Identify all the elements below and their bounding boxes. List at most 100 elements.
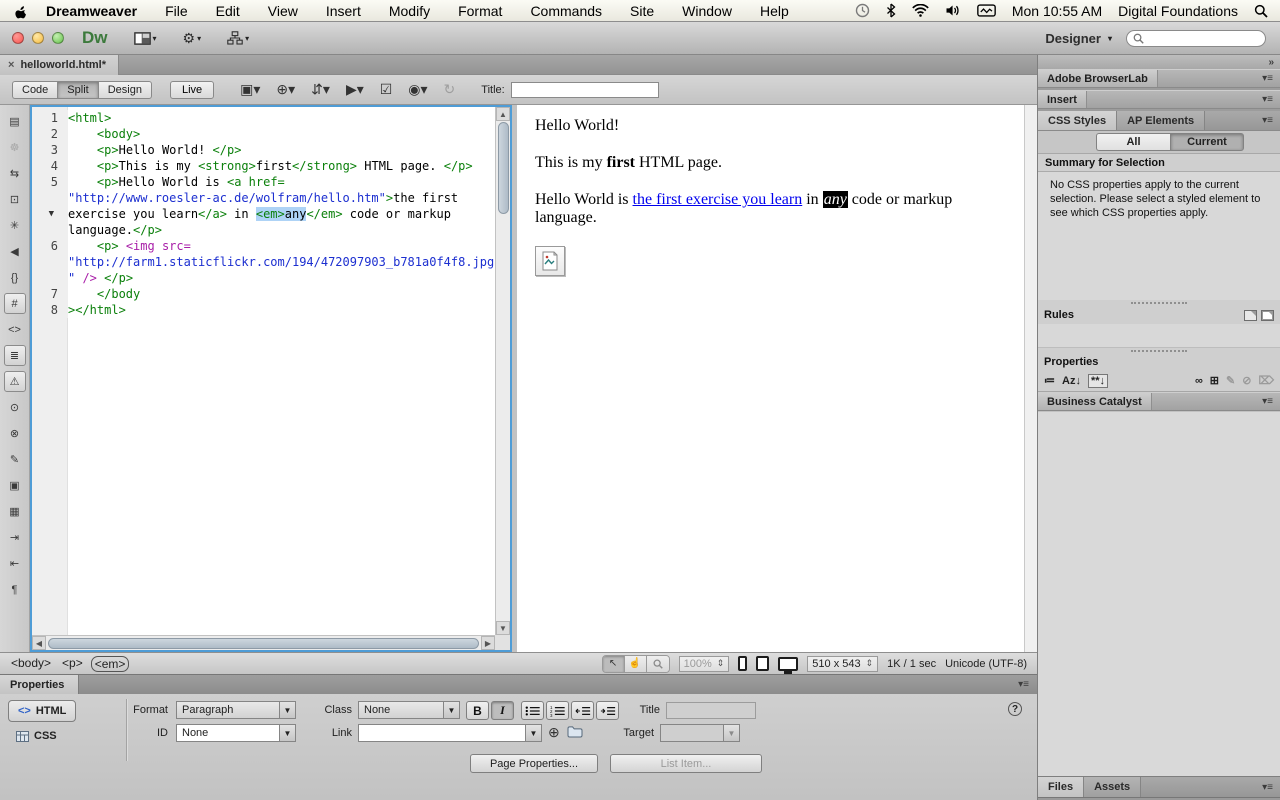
new-css-rule-icon[interactable]: ⊞	[1210, 374, 1219, 387]
menu-commands[interactable]: Commands	[530, 3, 602, 19]
desktop-size-icon[interactable]	[778, 657, 798, 671]
extend-dreamweaver-icon[interactable]: ⚙▾	[183, 30, 202, 47]
panel-menu-icon[interactable]: ▾≡	[1262, 396, 1280, 407]
menu-window[interactable]: Window	[682, 3, 732, 19]
page-properties-button[interactable]: Page Properties...	[470, 754, 598, 773]
tab-files[interactable]: Files	[1038, 777, 1084, 797]
scrollbar-thumb[interactable]	[498, 122, 509, 214]
file-management-icon[interactable]: ⇵▾	[311, 81, 330, 98]
line-numbers-icon[interactable]: #	[4, 293, 26, 314]
highlight-invalid-code-icon[interactable]: <>	[4, 319, 26, 340]
code-editor-content[interactable]: 1<html>2 <body>3 <p>Hello World! </p>4 <…	[32, 107, 495, 635]
menu-help[interactable]: Help	[760, 3, 789, 19]
apply-comment-icon[interactable]: ⊙	[4, 397, 26, 418]
multiscreen-preview-icon[interactable]: ▣▾	[240, 81, 260, 98]
recent-snippets-icon[interactable]: ▣	[4, 475, 26, 496]
apple-menu[interactable]	[14, 3, 28, 19]
volume-icon[interactable]	[945, 4, 961, 17]
collapse-panels-icon[interactable]: »	[1268, 57, 1274, 68]
expand-all-icon[interactable]: ✳	[4, 215, 26, 236]
bluetooth-icon[interactable]	[886, 3, 896, 18]
code-horizontal-scrollbar[interactable]: ◀ ▶	[32, 635, 495, 650]
menu-insert[interactable]: Insert	[326, 3, 361, 19]
tab-ap-elements[interactable]: AP Elements	[1117, 111, 1205, 130]
minimize-window-button[interactable]	[32, 32, 44, 44]
document-tab[interactable]: × helloworld.html*	[0, 55, 119, 75]
collapse-full-tag-icon[interactable]: ⇆	[4, 163, 26, 184]
scroll-down-icon[interactable]: ▼	[496, 621, 510, 635]
live-view-options-icon[interactable]: ▶▾	[346, 81, 364, 98]
mobile-size-icon[interactable]	[738, 656, 747, 671]
bold-button[interactable]: B	[466, 701, 489, 720]
show-set-properties-icon[interactable]: **↓	[1088, 374, 1108, 388]
italic-button[interactable]: I	[491, 701, 514, 720]
zoom-window-button[interactable]	[52, 32, 64, 44]
panel-menu-icon[interactable]: ▾≡	[1018, 679, 1037, 690]
class-dropdown[interactable]: None▼	[358, 701, 460, 719]
spotlight-icon[interactable]	[1254, 4, 1268, 18]
menu-dreamweaver[interactable]: Dreamweaver	[46, 3, 137, 19]
tag-p[interactable]: <p>	[59, 656, 86, 672]
filter-button-all[interactable]: All	[1096, 133, 1170, 151]
browse-folder-icon[interactable]	[567, 725, 583, 738]
panel-menu-icon[interactable]: ▾≡	[1262, 782, 1280, 793]
tag-body[interactable]: <body>	[8, 656, 54, 672]
attach-style-sheet-icon[interactable]: ∞	[1195, 375, 1203, 387]
time-machine-icon[interactable]	[855, 3, 870, 18]
panel-menu-icon[interactable]: ▾≡	[1262, 73, 1280, 84]
format-source-code-icon[interactable]: ¶	[4, 579, 26, 600]
panel-menu-icon[interactable]: ▾≡	[1262, 115, 1280, 126]
menu-view[interactable]: View	[268, 3, 298, 19]
tablet-size-icon[interactable]	[756, 656, 769, 671]
visual-aids-icon[interactable]: ◉▾	[408, 81, 427, 98]
menu-site[interactable]: Site	[630, 3, 654, 19]
indent-code-icon[interactable]: ⇥	[4, 527, 26, 548]
scroll-left-icon[interactable]: ◀	[32, 636, 46, 650]
w3c-validation-icon[interactable]: ☑	[380, 81, 393, 98]
scroll-up-icon[interactable]: ▲	[496, 107, 510, 121]
menu-bar-account[interactable]: Digital Foundations	[1118, 3, 1238, 19]
select-tool[interactable]: ↖	[603, 656, 625, 672]
window-size-stepper[interactable]: 510 x 543⇕	[807, 656, 878, 672]
collapse-selection-icon[interactable]: ⊡	[4, 189, 26, 210]
menu-modify[interactable]: Modify	[389, 3, 430, 19]
zoom-level-stepper[interactable]: 100%⇕	[679, 656, 730, 672]
tab-css-styles[interactable]: CSS Styles	[1038, 111, 1117, 130]
panel-menu-icon[interactable]: ▾≡	[1262, 94, 1280, 105]
unordered-list-button[interactable]	[521, 701, 544, 720]
point-to-file-icon[interactable]: ⊕	[548, 724, 560, 741]
rules-list[interactable]	[1038, 324, 1280, 348]
layout-switcher-icon[interactable]: ▾	[134, 32, 157, 45]
code-vertical-scrollbar[interactable]: ▲ ▼	[495, 107, 510, 635]
view-button-design[interactable]: Design	[98, 81, 152, 99]
design-vertical-scrollbar[interactable]	[1024, 105, 1037, 652]
ordered-list-button[interactable]: 123	[546, 701, 569, 720]
code-view[interactable]: 1<html>2 <body>3 <p>Hello World! </p>4 <…	[30, 105, 512, 652]
preview-in-browser-icon[interactable]: ⊕▾	[276, 81, 295, 98]
tab-assets[interactable]: Assets	[1084, 777, 1141, 797]
design-view[interactable]: Hello World!This is my first HTML page.H…	[517, 105, 1037, 652]
remove-comment-icon[interactable]: ⊗	[4, 423, 26, 444]
outdent-button[interactable]	[571, 701, 594, 720]
close-tab-icon[interactable]: ×	[8, 59, 14, 71]
insert-panel-header[interactable]: Insert ▾≡	[1038, 90, 1280, 109]
id-dropdown[interactable]: None▼	[176, 724, 296, 742]
zoom-tool[interactable]	[647, 656, 669, 672]
show-category-view-icon[interactable]: ≔	[1044, 374, 1055, 387]
business-catalyst-panel-header[interactable]: Business Catalyst ▾≡	[1038, 392, 1280, 411]
browserlab-panel-header[interactable]: Adobe BrowserLab ▾≡	[1038, 69, 1280, 88]
move-convert-css-icon[interactable]: ▦	[4, 501, 26, 522]
document-title-input[interactable]	[511, 82, 659, 98]
search-input[interactable]	[1148, 32, 1258, 44]
invalid-code-warning-icon[interactable]: ⚠	[4, 371, 26, 392]
indent-button[interactable]	[596, 701, 619, 720]
link-field[interactable]: ▼	[358, 724, 542, 742]
menu-format[interactable]: Format	[458, 3, 502, 19]
broken-image-icon[interactable]	[535, 246, 565, 276]
html-mode-button[interactable]: <> HTML	[8, 700, 76, 722]
syntax-error-alerts-icon[interactable]: ≣	[4, 345, 26, 366]
outdent-code-icon[interactable]: ⇤	[4, 553, 26, 574]
cascade-view-icon[interactable]	[1244, 310, 1257, 321]
current-view-icon[interactable]	[1261, 310, 1274, 321]
css-mode-button[interactable]: CSS	[16, 730, 57, 742]
